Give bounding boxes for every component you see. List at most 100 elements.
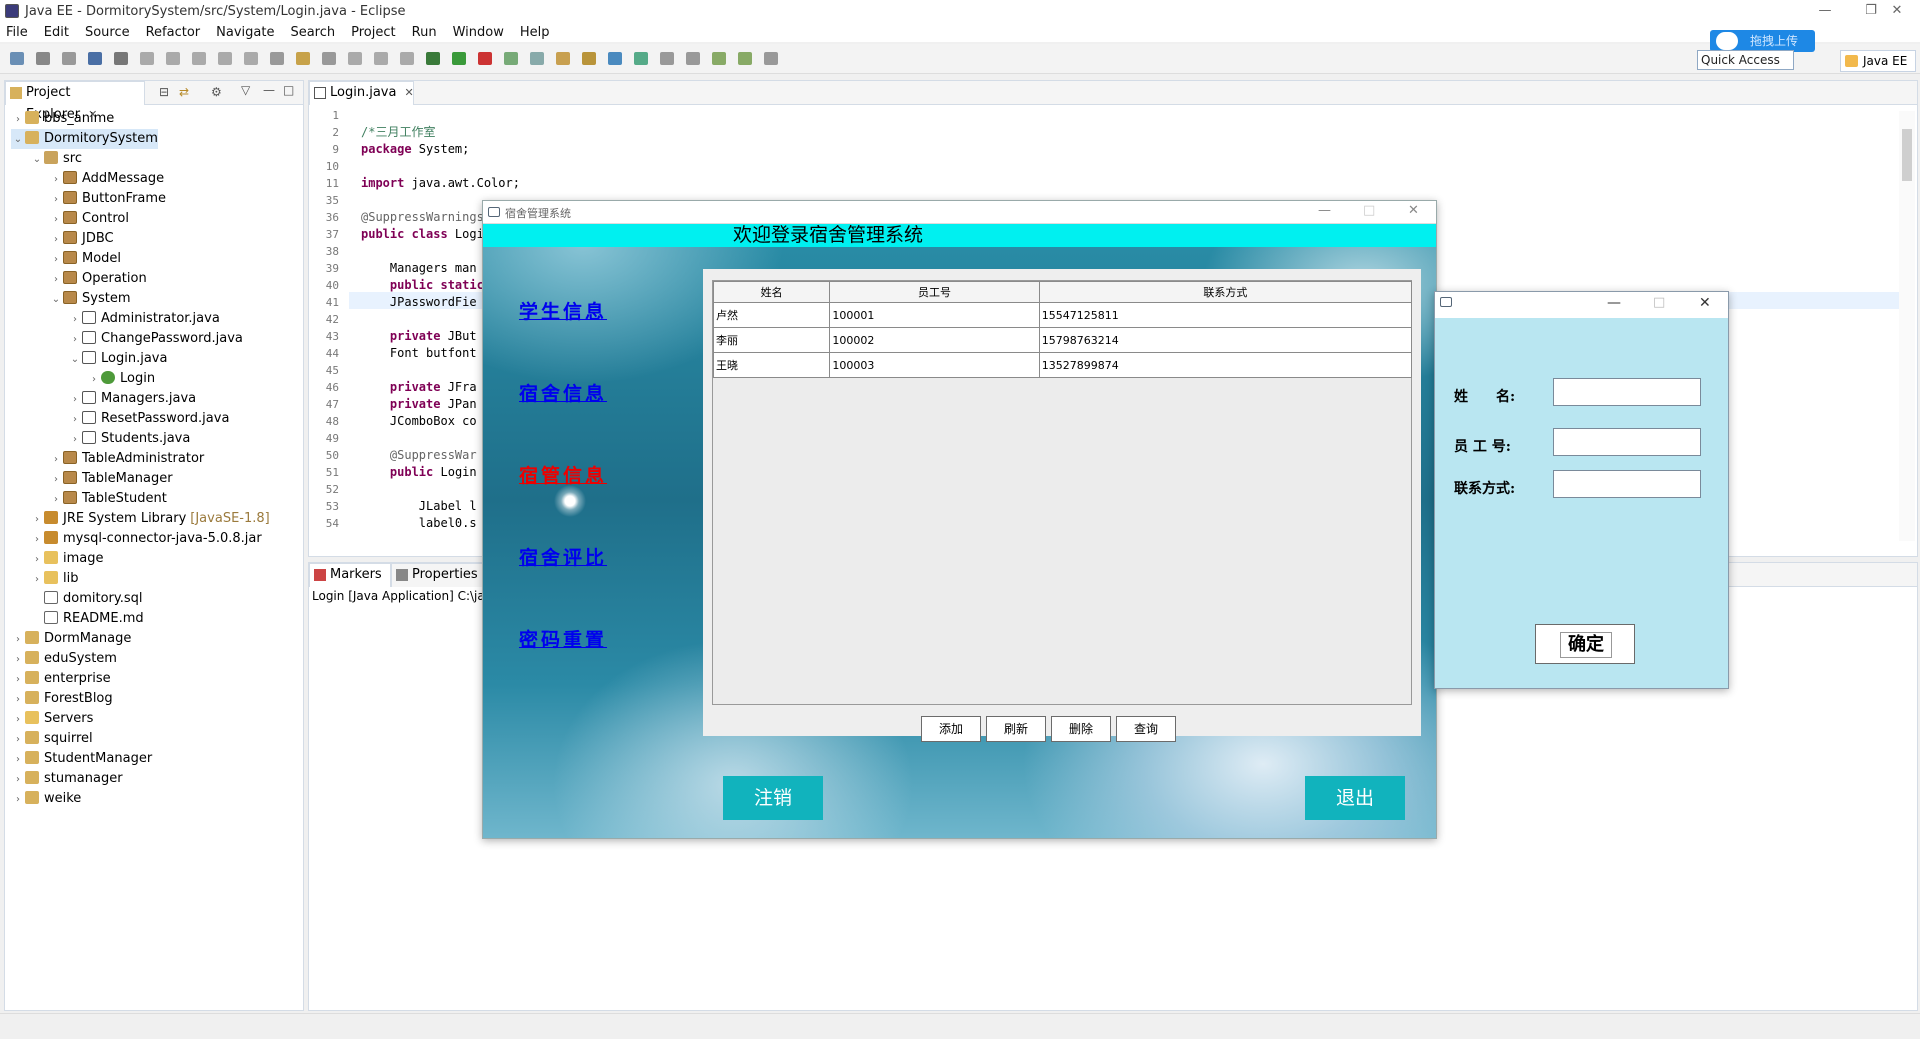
editor-vertical-scrollbar[interactable] bbox=[1899, 111, 1915, 541]
tree-item[interactable]: ⌄ src bbox=[30, 149, 82, 169]
table-cell[interactable]: 100003 bbox=[829, 352, 1040, 378]
menu-run[interactable]: Run bbox=[412, 25, 437, 40]
collapsed-chevron-icon[interactable]: › bbox=[49, 450, 63, 470]
collapsed-chevron-icon[interactable]: › bbox=[49, 490, 63, 510]
link-editor-icon[interactable]: ⇄ bbox=[179, 85, 189, 99]
collapsed-chevron-icon[interactable]: › bbox=[68, 430, 82, 450]
collapsed-chevron-icon[interactable]: › bbox=[68, 390, 82, 410]
refresh-button[interactable]: 刷新 bbox=[986, 716, 1046, 742]
table-row[interactable]: 李丽 100002 15798763214 bbox=[712, 327, 1413, 353]
scrollbar-thumb[interactable] bbox=[1902, 129, 1912, 181]
perspective-java-ee[interactable]: Java EE bbox=[1840, 50, 1916, 72]
toolbar-icon[interactable] bbox=[88, 52, 102, 65]
close-button[interactable]: ✕ bbox=[1874, 0, 1920, 22]
toolbar-icon[interactable] bbox=[738, 52, 752, 65]
table-cell[interactable]: 15798763214 bbox=[1038, 327, 1413, 353]
expanded-chevron-icon[interactable]: ⌄ bbox=[11, 130, 25, 150]
toolbar-icon[interactable] bbox=[374, 52, 388, 65]
table-cell[interactable]: 王晓 bbox=[712, 352, 831, 378]
menu-file[interactable]: File bbox=[6, 25, 28, 40]
collapsed-chevron-icon[interactable]: › bbox=[11, 770, 25, 790]
tree-item[interactable]: › squirrel bbox=[11, 729, 93, 749]
toolbar-icon[interactable] bbox=[712, 52, 726, 65]
collapsed-chevron-icon[interactable]: › bbox=[30, 550, 44, 570]
tree-item[interactable]: ⌄ DormitorySystem bbox=[11, 129, 158, 149]
toolbar-icon[interactable] bbox=[114, 52, 128, 65]
tree-item[interactable]: domitory.sql bbox=[30, 589, 143, 609]
collapsed-chevron-icon[interactable]: › bbox=[49, 230, 63, 250]
tree-item[interactable]: › Students.java bbox=[68, 429, 190, 449]
column-header[interactable]: 员工号 bbox=[829, 281, 1040, 303]
tab-project-explorer[interactable]: Project Explorer ✕ bbox=[5, 81, 145, 122]
expanded-chevron-icon[interactable]: ⌄ bbox=[30, 150, 44, 170]
toolbar-icon[interactable] bbox=[166, 52, 180, 65]
collapsed-chevron-icon[interactable]: › bbox=[87, 370, 101, 390]
toolbar-icon[interactable] bbox=[322, 52, 336, 65]
quick-access-input[interactable]: Quick Access bbox=[1697, 50, 1794, 70]
collapsed-chevron-icon[interactable]: › bbox=[11, 630, 25, 650]
tree-item[interactable]: › Control bbox=[49, 209, 129, 229]
toolbar-icon[interactable] bbox=[478, 52, 492, 65]
menu-navigate[interactable]: Navigate bbox=[216, 25, 274, 40]
tree-item[interactable]: › lib bbox=[30, 569, 78, 589]
toolbar-icon[interactable] bbox=[140, 52, 154, 65]
swing-close-button[interactable]: ✕ bbox=[1408, 203, 1419, 218]
table-cell[interactable]: 李丽 bbox=[712, 327, 831, 353]
collapsed-chevron-icon[interactable]: › bbox=[68, 410, 82, 430]
collapsed-chevron-icon[interactable]: › bbox=[30, 570, 44, 590]
toolbar-icon[interactable] bbox=[218, 52, 232, 65]
dialog-close-button[interactable]: ✕ bbox=[1699, 295, 1711, 311]
tree-item[interactable]: README.md bbox=[30, 609, 144, 629]
expanded-chevron-icon[interactable]: ⌄ bbox=[49, 290, 63, 310]
dialog-maximize-button[interactable]: □ bbox=[1653, 295, 1665, 310]
toolbar-icon[interactable] bbox=[244, 52, 258, 65]
query-button[interactable]: 查询 bbox=[1116, 716, 1176, 742]
tab-markers[interactable]: Markers bbox=[309, 563, 391, 587]
filter-icon[interactable]: ⚙ bbox=[211, 85, 222, 99]
swing-minimize-button[interactable]: — bbox=[1318, 203, 1331, 218]
tab-properties[interactable]: Properties bbox=[391, 563, 489, 587]
table-cell[interactable]: 卢然 bbox=[712, 302, 831, 328]
nav-dorm-info[interactable]: 宿舍信息 bbox=[519, 379, 607, 406]
exit-button[interactable]: 退出 bbox=[1305, 776, 1405, 820]
menu-source[interactable]: Source bbox=[85, 25, 130, 40]
toolbar-icon[interactable] bbox=[192, 52, 206, 65]
expanded-chevron-icon[interactable]: ⌄ bbox=[68, 350, 82, 370]
toolbar-icon[interactable] bbox=[270, 52, 284, 65]
toolbar-icon[interactable] bbox=[530, 52, 544, 65]
nav-dorm-rating[interactable]: 宿舍评比 bbox=[519, 543, 607, 570]
upload-button[interactable]: 拖拽上传 bbox=[1710, 30, 1815, 52]
employee-id-input[interactable] bbox=[1553, 428, 1701, 456]
tree-item[interactable]: › ResetPassword.java bbox=[68, 409, 229, 429]
tree-item[interactable]: › bbs_anime bbox=[11, 109, 114, 129]
tree-item[interactable]: ⌄ Login.java bbox=[68, 349, 167, 369]
collapsed-chevron-icon[interactable]: › bbox=[11, 710, 25, 730]
tree-item[interactable]: › TableManager bbox=[49, 469, 173, 489]
collapsed-chevron-icon[interactable]: › bbox=[49, 170, 63, 190]
view-menu-icon[interactable]: ▽ bbox=[241, 83, 250, 97]
tree-item[interactable]: › Model bbox=[49, 249, 121, 269]
tree-item[interactable]: › weike bbox=[11, 789, 81, 809]
menu-help[interactable]: Help bbox=[520, 25, 550, 40]
toolbar-icon[interactable] bbox=[634, 52, 648, 65]
table-row[interactable]: 王晓 100003 13527899874 bbox=[712, 352, 1413, 378]
toolbar-icon[interactable] bbox=[36, 52, 50, 65]
table-row[interactable]: 卢然 100001 15547125811 bbox=[712, 302, 1413, 328]
tree-item[interactable]: › mysql-connector-java-5.0.8.jar bbox=[30, 529, 262, 549]
minimize-button[interactable]: — bbox=[1802, 0, 1848, 22]
toolbar-icon[interactable] bbox=[62, 52, 76, 65]
collapse-all-icon[interactable]: ⊟ bbox=[159, 85, 169, 99]
tree-item[interactable]: › TableStudent bbox=[49, 489, 167, 509]
tree-item[interactable]: › JDBC bbox=[49, 229, 114, 249]
tree-item[interactable]: › ForestBlog bbox=[11, 689, 113, 709]
menu-edit[interactable]: Edit bbox=[44, 25, 69, 40]
add-button[interactable]: 添加 bbox=[921, 716, 981, 742]
tree-item[interactable]: › ButtonFrame bbox=[49, 189, 166, 209]
tree-item[interactable]: › StudentManager bbox=[11, 749, 152, 769]
manager-table[interactable]: 姓名 员工号 联系方式 卢然 100001 15547125811 李丽 100002 157… bbox=[712, 280, 1413, 705]
tree-item[interactable]: › Servers bbox=[11, 709, 93, 729]
tree-item[interactable]: › JRE System Library [JavaSE-1.8] bbox=[30, 509, 270, 529]
column-header[interactable]: 联系方式 bbox=[1038, 281, 1413, 303]
menu-project[interactable]: Project bbox=[351, 25, 395, 40]
contact-input[interactable] bbox=[1553, 470, 1701, 498]
